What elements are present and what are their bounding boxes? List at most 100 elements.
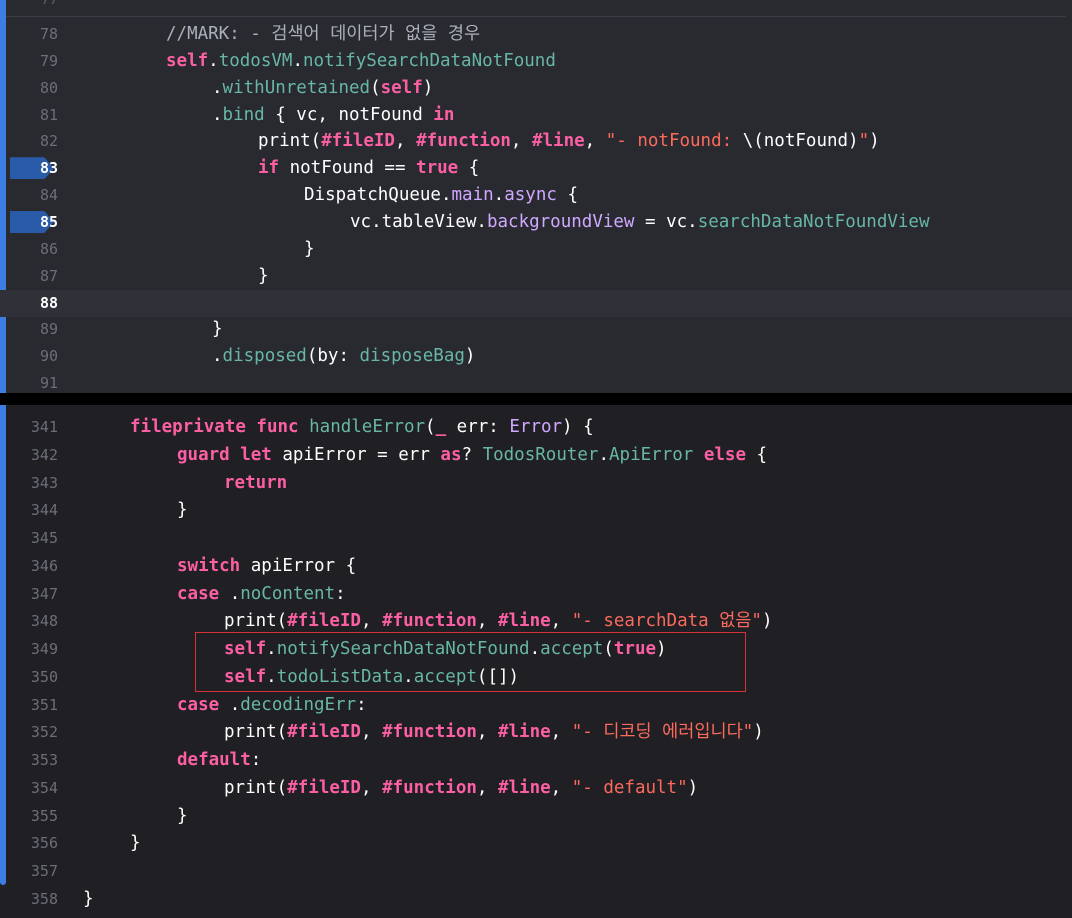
code-line[interactable]: 344}: [0, 497, 1072, 524]
line-number[interactable]: 78: [6, 21, 58, 48]
code-text[interactable]: .withUnretained(self): [212, 75, 433, 102]
code-text[interactable]: //MARK: - 검색어 데이터가 없을 경우: [166, 21, 480, 48]
code-line[interactable]: 351 case .decodingErr:: [0, 692, 1072, 719]
code-text[interactable]: switch apiError {: [177, 553, 356, 580]
code-token: ,: [584, 131, 606, 152]
code-line[interactable]: 87}: [0, 263, 1072, 290]
line-number[interactable]: 84: [6, 182, 58, 209]
code-line[interactable]: 84 DispatchQueue.main.async {: [0, 182, 1072, 209]
code-text[interactable]: .bind { vc, notFound in: [212, 102, 454, 129]
line-number[interactable]: 91: [6, 370, 58, 393]
code-text[interactable]: DispatchQueue.main.async {: [304, 182, 578, 209]
code-line[interactable]: 346 switch apiError {: [0, 553, 1072, 580]
code-line[interactable]: 85 vc.tableView.backgroundView = vc.searc…: [0, 209, 1072, 236]
line-number[interactable]: 86: [6, 236, 58, 263]
code-text[interactable]: self.todosVM.notifySearchDataNotFound: [166, 48, 556, 75]
code-text[interactable]: }: [83, 886, 94, 913]
code-text[interactable]: fileprivate func handleError(_ err: Erro…: [130, 414, 594, 441]
code-line[interactable]: 347 case .noContent:: [0, 581, 1072, 608]
line-number[interactable]: 89: [6, 316, 58, 343]
code-token: ): [761, 611, 773, 632]
code-line[interactable]: 358}: [0, 886, 1072, 913]
code-line[interactable]: 357: [0, 858, 1072, 885]
line-number[interactable]: 358: [6, 886, 58, 913]
code-line[interactable]: 78 //MARK: - 검색어 데이터가 없을 경우: [0, 21, 1072, 48]
code-line[interactable]: 82 print(#fileID, #function, #line, "- no…: [0, 128, 1072, 155]
code-line[interactable]: 355}: [0, 803, 1072, 830]
code-line[interactable]: 354 print(#fileID, #function, #line, "- d…: [0, 775, 1072, 802]
code-token: ): [869, 131, 880, 152]
code-text[interactable]: return: [224, 470, 287, 497]
code-line[interactable]: 79 self.todosVM.notifySearchDataNotFound: [0, 48, 1072, 75]
code-token: ,: [360, 611, 383, 632]
line-number[interactable]: 341: [6, 414, 58, 441]
code-text[interactable]: print(#fileID, #function, #line, "- defa…: [224, 775, 698, 802]
line-number[interactable]: 90: [6, 343, 58, 370]
editor-pane-top[interactable]: 77 78//MARK: - 검색어 데이터가 없을 경우 79 self.todo…: [0, 0, 1072, 393]
code-line[interactable]: 90 .disposed(by: disposeBag): [0, 343, 1072, 370]
code-token: handleError: [309, 417, 426, 437]
code-text[interactable]: if notFound == true {: [258, 155, 479, 182]
line-number[interactable]: 349: [6, 636, 58, 663]
code-line[interactable]: 91: [0, 370, 1072, 393]
code-token: .: [219, 583, 241, 604]
line-number[interactable]: 85: [6, 209, 58, 236]
code-line[interactable]: 353 default:: [0, 747, 1072, 774]
line-number[interactable]: 80: [6, 75, 58, 102]
code-text[interactable]: }: [212, 316, 223, 343]
line-number[interactable]: 357: [6, 858, 58, 885]
code-line[interactable]: 80 .withUnretained(self): [0, 75, 1072, 102]
line-number[interactable]: 342: [6, 442, 58, 469]
line-number[interactable]: 347: [6, 581, 58, 608]
line-number[interactable]: 82: [6, 128, 58, 155]
code-token: else: [703, 444, 747, 465]
code-line[interactable]: 345: [0, 525, 1072, 552]
line-number[interactable]: 350: [6, 664, 58, 691]
line-number[interactable]: 351: [6, 692, 58, 719]
line-number[interactable]: 81: [6, 102, 58, 129]
line-number[interactable]: 356: [6, 830, 58, 857]
line-number[interactable]: 343: [6, 470, 58, 497]
code-text[interactable]: print(#fileID, #function, #line, "- 디코딩 …: [224, 719, 764, 746]
code-line[interactable]: 86}: [0, 236, 1072, 263]
code-line[interactable]: 88: [0, 289, 1072, 317]
code-text[interactable]: vc.tableView.backgroundView = vc.searchD…: [350, 209, 930, 236]
line-number[interactable]: 79: [6, 48, 58, 75]
code-line[interactable]: 352 print(#fileID, #function, #line, "- 디…: [0, 719, 1072, 746]
code-token: guard let: [177, 444, 272, 465]
code-text[interactable]: }: [177, 803, 188, 830]
line-number[interactable]: 354: [6, 775, 58, 802]
line-number[interactable]: 83: [6, 155, 58, 182]
code-line[interactable]: 356}: [0, 830, 1072, 857]
code-text[interactable]: guard let apiError = err as? TodosRouter…: [177, 442, 767, 469]
code-text[interactable]: print(#fileID, #function, #line, "- notF…: [258, 128, 880, 155]
line-number[interactable]: 88: [6, 290, 58, 317]
code-text[interactable]: }: [258, 263, 269, 290]
code-text[interactable]: default:: [177, 747, 261, 774]
code-line[interactable]: 343 return: [0, 470, 1072, 497]
code-token: {: [556, 185, 578, 206]
line-number[interactable]: 344: [6, 497, 58, 524]
code-text[interactable]: }: [130, 830, 141, 857]
code-line[interactable]: 83 if notFound == true {: [0, 155, 1072, 182]
code-text[interactable]: case .decodingErr:: [177, 692, 367, 719]
line-number[interactable]: 355: [6, 803, 58, 830]
code-text[interactable]: }: [304, 236, 315, 263]
editor-pane-bottom[interactable]: 341 fileprivate func handleError(_ err: E…: [0, 405, 1072, 918]
line-number[interactable]: 348: [6, 608, 58, 635]
code-line[interactable]: 81 .bind { vc, notFound in: [0, 102, 1072, 129]
code-text[interactable]: }: [177, 497, 188, 524]
code-token: fileprivate func: [130, 417, 299, 437]
code-text[interactable]: .disposed(by: disposeBag): [212, 343, 475, 370]
line-number[interactable]: 353: [6, 747, 58, 774]
line-number[interactable]: 352: [6, 719, 58, 746]
line-number[interactable]: 345: [6, 525, 58, 552]
code-line[interactable]: 342 guard let apiError = err as? TodosRou…: [0, 442, 1072, 469]
code-token: ?: [461, 444, 483, 465]
line-number[interactable]: 346: [6, 553, 58, 580]
code-line[interactable]: 341 fileprivate func handleError(_ err: E…: [0, 414, 1072, 441]
code-token: }: [258, 265, 269, 286]
code-text[interactable]: case .noContent:: [177, 581, 346, 608]
code-line[interactable]: 89}: [0, 316, 1072, 343]
line-number[interactable]: 87: [6, 263, 58, 290]
